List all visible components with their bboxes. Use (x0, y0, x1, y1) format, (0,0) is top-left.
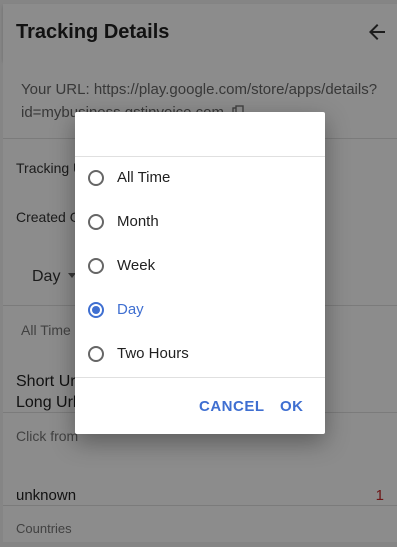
period-dialog: All Time Month Week Day Two Hours CANCEL… (75, 112, 325, 434)
option-week[interactable]: Week (75, 244, 325, 288)
radio-unchecked-icon[interactable] (88, 214, 104, 230)
dialog-actions-divider (75, 377, 325, 378)
option-label: Day (117, 301, 144, 318)
option-day[interactable]: Day (75, 288, 325, 332)
radio-checked-icon[interactable] (88, 302, 104, 318)
option-label: Month (117, 213, 159, 230)
option-month[interactable]: Month (75, 200, 325, 244)
radio-unchecked-icon[interactable] (88, 346, 104, 362)
option-label: All Time (117, 169, 171, 186)
ok-button[interactable]: OK (280, 398, 304, 415)
radio-unchecked-icon[interactable] (88, 170, 104, 186)
option-all-time[interactable]: All Time (75, 156, 325, 200)
option-label: Week (117, 257, 156, 274)
option-label: Two Hours (117, 345, 189, 362)
cancel-button[interactable]: CANCEL (199, 398, 265, 415)
dialog-title-area (75, 112, 325, 157)
app-screen: Tracking Details Your URL: https://play.… (0, 0, 397, 547)
option-two-hours[interactable]: Two Hours (75, 332, 325, 376)
radio-unchecked-icon[interactable] (88, 258, 104, 274)
